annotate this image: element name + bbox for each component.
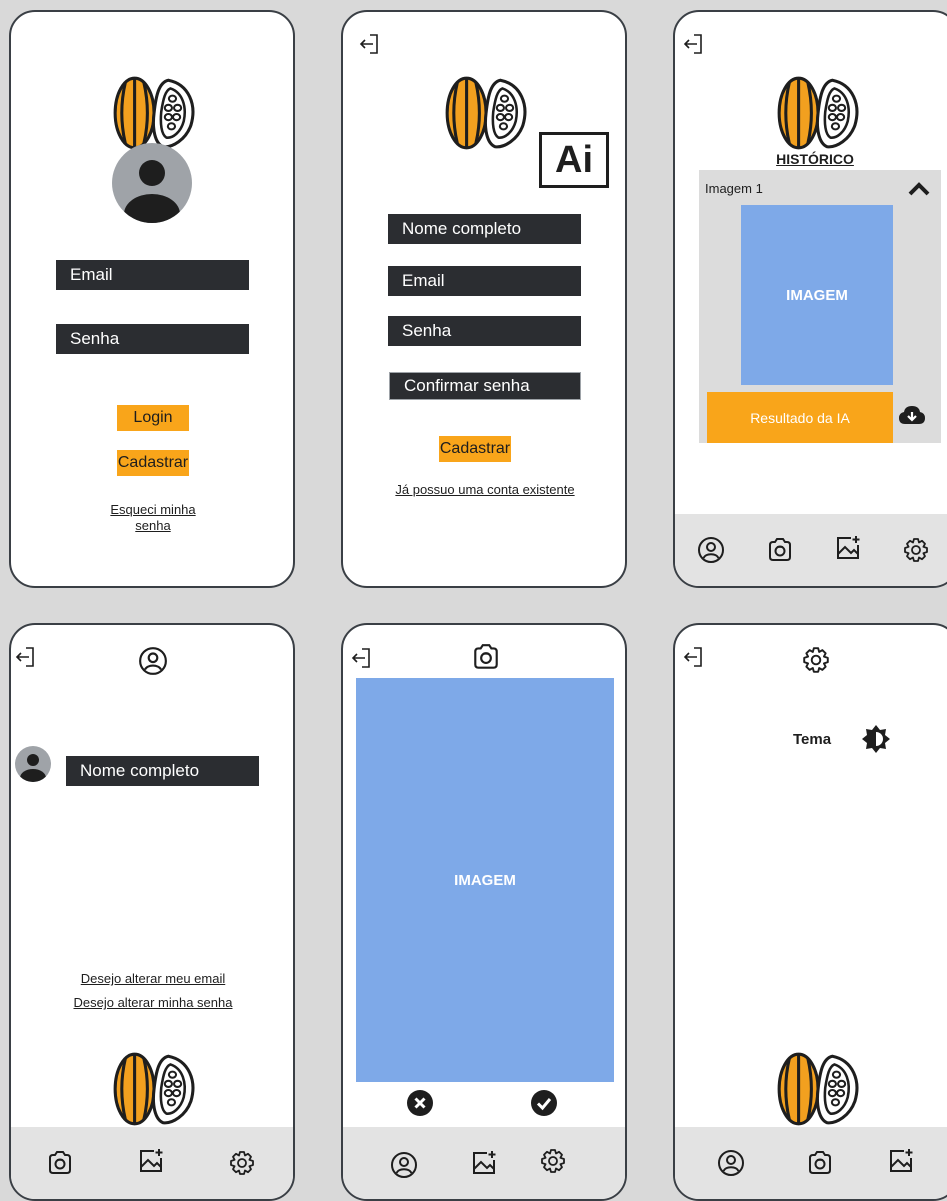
logout-icon[interactable]	[13, 645, 37, 669]
confirm-password-field[interactable]: Confirmar senha	[389, 372, 581, 400]
ai-result-button[interactable]: Resultado da IA	[707, 392, 893, 443]
register-button[interactable]: Cadastrar	[117, 450, 189, 476]
gallery-add-icon[interactable]	[834, 534, 862, 562]
bottom-nav	[675, 1127, 947, 1199]
register-screen: Ai Nome completo Email Senha Confirmar s…	[341, 10, 627, 588]
forgot-password-link[interactable]: Esqueci minha senha	[91, 502, 215, 534]
theme-label: Tema	[793, 731, 832, 748]
settings-icon[interactable]	[539, 1147, 567, 1175]
avatar	[15, 746, 51, 782]
cloud-download-icon[interactable]	[898, 404, 926, 426]
forgot-line-2: senha	[135, 518, 171, 533]
email-field[interactable]: Email	[388, 266, 581, 296]
theme-icon[interactable]	[861, 724, 891, 754]
name-field[interactable]: Nome completo	[388, 214, 581, 244]
confirm-icon[interactable]	[530, 1089, 558, 1117]
history-image: IMAGEM	[741, 205, 893, 385]
user-icon	[138, 646, 168, 676]
ai-badge: Ai	[539, 132, 609, 188]
change-email-link[interactable]: Desejo alterar meu email	[31, 971, 275, 987]
camera-icon[interactable]	[46, 1149, 74, 1177]
logout-icon[interactable]	[681, 32, 705, 56]
cocoa-logo	[109, 1052, 195, 1126]
login-screen: Email Senha Login Cadastrar Esqueci minh…	[9, 10, 295, 588]
email-field[interactable]: Email	[56, 260, 249, 290]
password-field[interactable]: Senha	[388, 316, 581, 346]
camera-screen: IMAGEM	[341, 623, 627, 1201]
page-title: HISTÓRICO	[776, 151, 854, 167]
cocoa-logo	[109, 76, 195, 150]
cocoa-logo	[441, 76, 527, 150]
cocoa-logo	[773, 1052, 859, 1126]
user-icon[interactable]	[390, 1151, 418, 1179]
password-field[interactable]: Senha	[56, 324, 249, 354]
camera-preview: IMAGEM	[356, 678, 614, 1082]
history-screen: HISTÓRICO Imagem 1 IMAGEM Resultado da I…	[673, 10, 947, 588]
register-button[interactable]: Cadastrar	[439, 436, 511, 462]
user-icon[interactable]	[697, 536, 725, 564]
settings-icon	[801, 645, 831, 675]
forgot-line-1: Esqueci minha	[110, 502, 196, 517]
name-field[interactable]: Nome completo	[66, 756, 259, 786]
login-button[interactable]: Login	[117, 405, 189, 431]
bottom-nav	[11, 1127, 293, 1199]
change-password-link[interactable]: Desejo alterar minha senha	[31, 995, 275, 1011]
bottom-nav	[343, 1127, 625, 1199]
camera-icon[interactable]	[806, 1149, 834, 1177]
camera-icon	[471, 642, 501, 672]
gallery-add-icon[interactable]	[137, 1147, 165, 1175]
camera-icon[interactable]	[766, 536, 794, 564]
settings-icon[interactable]	[228, 1149, 256, 1177]
settings-screen: Tema	[673, 623, 947, 1201]
gallery-add-icon[interactable]	[887, 1147, 915, 1175]
cocoa-logo	[773, 76, 859, 150]
history-item-label: Imagem 1	[705, 181, 763, 196]
chevron-up-icon[interactable]	[907, 180, 931, 198]
profile-screen: Nome completo Desejo alterar meu email D…	[9, 623, 295, 1201]
logout-icon[interactable]	[357, 32, 381, 56]
settings-icon[interactable]	[902, 536, 930, 564]
existing-account-link[interactable]: Já possuo uma conta existente	[363, 482, 607, 498]
gallery-add-icon[interactable]	[470, 1149, 498, 1177]
avatar	[112, 143, 192, 223]
logout-icon[interactable]	[681, 645, 705, 669]
user-icon[interactable]	[717, 1149, 745, 1177]
cancel-icon[interactable]	[406, 1089, 434, 1117]
history-item: Imagem 1 IMAGEM Resultado da IA	[699, 170, 941, 443]
bottom-nav	[675, 514, 947, 586]
logout-icon[interactable]	[349, 646, 373, 670]
